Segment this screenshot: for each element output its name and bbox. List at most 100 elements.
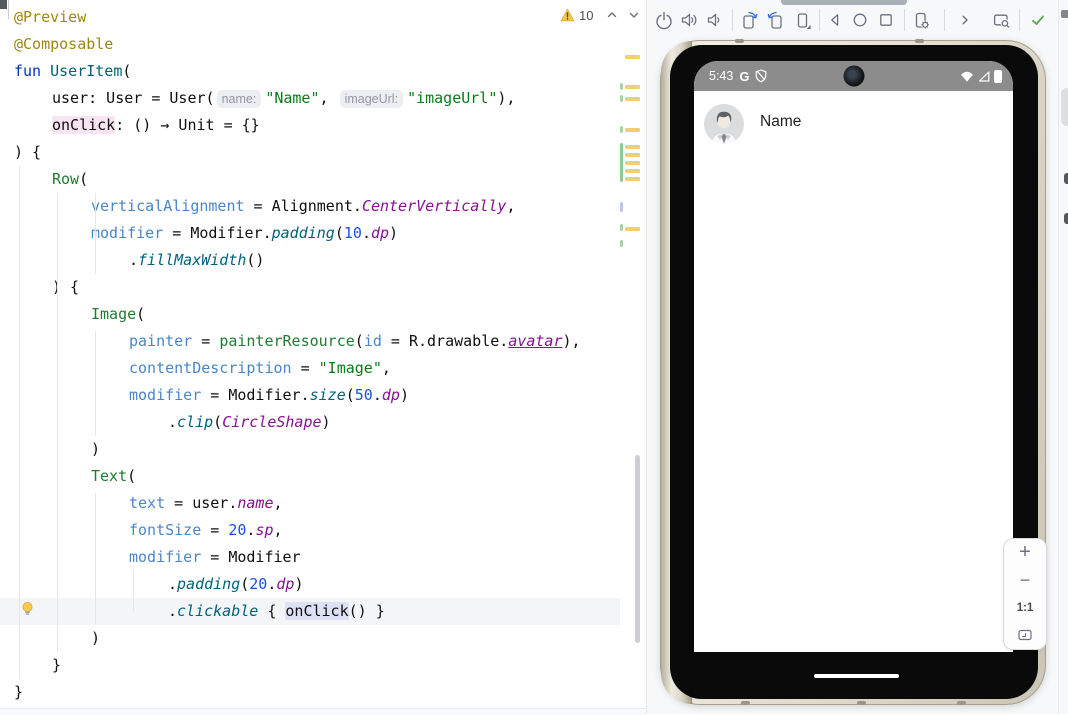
- vcs-change-mark[interactable]: [620, 95, 623, 102]
- code-token[interactable]: fun: [14, 62, 50, 80]
- code-token[interactable]: ,: [274, 521, 283, 539]
- warning-stripe-mark[interactable]: [625, 85, 640, 89]
- code-token[interactable]: }: [14, 683, 23, 701]
- code-token[interactable]: dp: [382, 386, 400, 404]
- code-token[interactable]: @Preview: [14, 8, 86, 26]
- code-token[interactable]: .: [373, 386, 382, 404]
- code-token[interactable]: (): [246, 251, 264, 269]
- warning-stripe-mark[interactable]: [625, 153, 640, 157]
- code-line[interactable]: ): [0, 436, 646, 463]
- code-token[interactable]: onClick: [285, 602, 348, 620]
- code-token[interactable]: fillMaxWidth: [138, 251, 246, 269]
- code-line[interactable]: modifier = Modifier: [0, 544, 646, 571]
- inline-parameter-hint[interactable]: name:: [217, 90, 262, 108]
- code-token[interactable]: CenterVertically: [362, 197, 507, 215]
- code-line[interactable]: .fillMaxWidth(): [0, 247, 646, 274]
- code-line[interactable]: Image(: [0, 301, 646, 328]
- code-token[interactable]: ,: [274, 494, 283, 512]
- warning-stripe-mark[interactable]: [625, 161, 640, 165]
- code-line[interactable]: contentDescription = "Image",: [0, 355, 646, 382]
- code-token[interactable]: .: [168, 575, 177, 593]
- code-token[interactable]: Text: [91, 467, 127, 485]
- code-token[interactable]: (: [355, 332, 364, 350]
- code-line[interactable]: modifier = Modifier.size(50.dp): [0, 382, 646, 409]
- code-token[interactable]: = R.drawable.: [382, 332, 508, 350]
- code-token[interactable]: = Modifier.: [201, 386, 309, 404]
- code-line[interactable]: ): [0, 625, 646, 652]
- code-token[interactable]: sp: [255, 521, 273, 539]
- code-token[interactable]: ): [322, 413, 331, 431]
- screenshot-zoom-button[interactable]: [989, 8, 1013, 32]
- code-token[interactable]: ): [400, 386, 409, 404]
- code-token[interactable]: =: [192, 332, 219, 350]
- code-line[interactable]: @Composable: [0, 31, 646, 58]
- code-token[interactable]: size: [310, 386, 346, 404]
- code-line[interactable]: onClick: () → Unit = {}: [0, 112, 646, 139]
- code-token[interactable]: (: [346, 386, 355, 404]
- code-token[interactable]: padding: [272, 224, 335, 242]
- code-line[interactable]: modifier = Modifier.padding(10.dp): [0, 220, 646, 247]
- previous-problem-icon[interactable]: [603, 7, 621, 23]
- panel-scrollbar-thumb[interactable]: [1061, 88, 1068, 126]
- code-token[interactable]: () }: [349, 602, 385, 620]
- code-token[interactable]: ,: [320, 89, 338, 107]
- code-token[interactable]: CircleShape: [222, 413, 321, 431]
- code-token[interactable]: .: [168, 602, 177, 620]
- tool-stripe-button[interactable]: [1064, 213, 1068, 224]
- code-token[interactable]: ) {: [14, 143, 41, 161]
- code-token[interactable]: 10: [344, 224, 362, 242]
- vcs-change-mark[interactable]: [620, 240, 623, 247]
- code-line[interactable]: Text(: [0, 463, 646, 490]
- rotate-right-button[interactable]: [764, 8, 788, 32]
- overview-button[interactable]: [874, 8, 898, 32]
- code-token[interactable]: (: [122, 62, 131, 80]
- home-button[interactable]: [848, 8, 872, 32]
- zoom-out-button[interactable]: −: [1005, 568, 1045, 593]
- warning-stripe-mark[interactable]: [625, 55, 640, 59]
- code-token[interactable]: }: [52, 656, 61, 674]
- code-token[interactable]: ),: [497, 89, 515, 107]
- power-button[interactable]: [652, 8, 676, 32]
- vcs-change-mark[interactable]: [620, 83, 623, 90]
- rotate-left-button[interactable]: [737, 8, 761, 32]
- vcs-change-mark[interactable]: [620, 224, 623, 231]
- code-token[interactable]: (: [335, 224, 344, 242]
- code-token[interactable]: clip: [177, 413, 213, 431]
- zoom-actual-size-button[interactable]: 1:1: [1005, 595, 1045, 620]
- code-token[interactable]: avatar: [508, 332, 562, 350]
- code-line[interactable]: .padding(20.dp): [0, 571, 646, 598]
- code-token[interactable]: dp: [276, 575, 294, 593]
- code-token[interactable]: UserItem: [50, 62, 122, 80]
- code-token[interactable]: ,: [382, 359, 391, 377]
- code-token[interactable]: (: [79, 170, 88, 188]
- code-token[interactable]: padding: [177, 575, 240, 593]
- code-token[interactable]: ): [91, 629, 100, 647]
- code-token[interactable]: = Alignment.: [245, 197, 362, 215]
- code-token[interactable]: user: User = User(: [52, 89, 215, 107]
- code-token[interactable]: modifier: [129, 386, 201, 404]
- code-line[interactable]: ) {: [0, 139, 646, 166]
- code-token[interactable]: {: [258, 602, 285, 620]
- code-line[interactable]: fontSize = 20.sp,: [0, 517, 646, 544]
- code-token[interactable]: onClick: [52, 116, 115, 134]
- inspections-widget[interactable]: 10: [560, 7, 643, 23]
- code-line[interactable]: ) {: [0, 274, 646, 301]
- chevron-right-button[interactable]: [953, 8, 977, 32]
- zoom-in-button[interactable]: +: [1005, 540, 1045, 565]
- code-token[interactable]: (: [213, 413, 222, 431]
- back-button[interactable]: [823, 8, 847, 32]
- device-screen[interactable]: 5:43 G: [694, 61, 1013, 652]
- intention-bulb-icon[interactable]: [20, 601, 35, 622]
- next-problem-icon[interactable]: [625, 7, 643, 23]
- code-line[interactable]: }: [0, 652, 646, 679]
- device-settings-button[interactable]: [909, 8, 933, 32]
- code-line[interactable]: user: User = User(name:"Name", imageUrl:…: [0, 85, 646, 112]
- code-line[interactable]: }: [0, 679, 646, 706]
- code-token[interactable]: .: [168, 413, 177, 431]
- code-token[interactable]: name: [237, 494, 273, 512]
- fold-posture-button[interactable]: [790, 8, 814, 32]
- info-stripe-mark[interactable]: [620, 202, 623, 212]
- code-token[interactable]: modifier: [91, 224, 163, 242]
- code-line[interactable]: .clip(CircleShape): [0, 409, 646, 436]
- volume-up-button[interactable]: [677, 8, 701, 32]
